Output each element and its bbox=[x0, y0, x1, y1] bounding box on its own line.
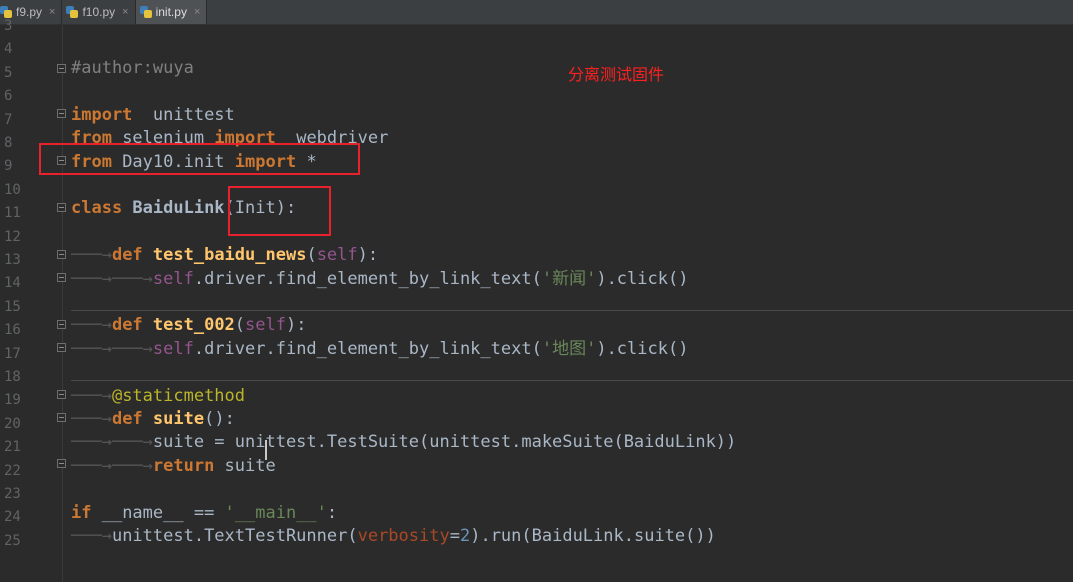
fold-toggle-icon[interactable] bbox=[57, 109, 66, 118]
line-number: 12 bbox=[4, 228, 21, 245]
fold-toggle-icon[interactable] bbox=[57, 343, 66, 352]
fold-toggle-icon[interactable] bbox=[57, 250, 66, 259]
highlight-box-import bbox=[39, 143, 360, 175]
line-number: 22 bbox=[4, 462, 21, 479]
code-line-4: #author:wuya bbox=[71, 58, 194, 78]
code-line-20: ───→───→suite = unittest.TestSuite(unitt… bbox=[71, 432, 737, 453]
tab-f10[interactable]: f10.py × bbox=[62, 0, 136, 24]
code-line-24: ───→unittest.TextTestRunner(verbosity=2)… bbox=[71, 526, 716, 546]
fold-toggle-icon[interactable] bbox=[57, 413, 66, 422]
line-number: 16 bbox=[4, 322, 21, 339]
fold-toggle-icon[interactable] bbox=[57, 459, 66, 468]
fold-toggle-icon[interactable] bbox=[57, 390, 66, 399]
code-line-15: ───→def test_002(self): bbox=[71, 315, 307, 336]
text-cursor bbox=[265, 440, 267, 460]
code-line-13: ───→───→self.driver.find_element_by_link… bbox=[71, 268, 689, 289]
editor-tab-bar: f9.py × f10.py × init.py × bbox=[0, 0, 1073, 25]
line-number: 8 bbox=[4, 135, 13, 151]
code-line-18: ───→@staticmethod bbox=[71, 385, 246, 406]
line-number: 24 bbox=[4, 509, 21, 526]
tab-label: init.py bbox=[155, 5, 187, 19]
annotation-text: 分离测试固件 bbox=[568, 65, 665, 84]
fold-toggle-icon[interactable] bbox=[57, 320, 66, 329]
code-line-12: ───→def test_baidu_news(self): bbox=[71, 245, 379, 266]
line-number: 6 bbox=[4, 88, 13, 105]
line-number: 17 bbox=[4, 345, 21, 362]
line-number: 4 bbox=[4, 41, 13, 58]
python-file-icon bbox=[66, 6, 79, 18]
code-line-21: ───→───→return suite bbox=[71, 455, 276, 476]
line-number: 25 bbox=[4, 532, 21, 549]
code-line-19: ───→def suite(): bbox=[71, 409, 235, 429]
line-number: 21 bbox=[4, 439, 21, 456]
line-number: 13 bbox=[4, 252, 21, 268]
line-number-gutter: 3 4 5 6 7 8 9 10 11 12 13 14 15 16 17 18 19 20 21 22 23 24 25 bbox=[0, 18, 62, 582]
close-icon[interactable]: × bbox=[49, 6, 55, 18]
code-line-16: ───→───→self.driver.find_element_by_link… bbox=[71, 338, 689, 359]
line-number: 10 bbox=[4, 181, 21, 198]
line-number: 3 bbox=[4, 18, 13, 34]
line-number: 19 bbox=[4, 392, 21, 409]
tab-init[interactable]: init.py × bbox=[135, 0, 208, 24]
line-number: 9 bbox=[4, 158, 13, 175]
highlight-box-base-class bbox=[228, 186, 331, 236]
code-editor[interactable]: #author:wuya import unittest from seleni… bbox=[71, 25, 1073, 582]
fold-toggle-icon[interactable] bbox=[57, 203, 66, 212]
line-number: 23 bbox=[4, 486, 21, 502]
fold-toggle-icon[interactable] bbox=[57, 64, 66, 73]
line-number: 7 bbox=[4, 111, 13, 128]
line-number: 5 bbox=[4, 64, 13, 81]
line-number: 11 bbox=[4, 205, 21, 222]
close-icon[interactable]: × bbox=[122, 6, 128, 18]
tab-label: f10.py bbox=[82, 5, 116, 19]
line-number: 15 bbox=[4, 298, 21, 315]
close-icon[interactable]: × bbox=[194, 6, 200, 18]
line-number: 14 bbox=[4, 275, 21, 292]
fold-toggle-icon[interactable] bbox=[57, 273, 66, 282]
line-number: 20 bbox=[4, 415, 21, 432]
code-line-23: if __name__ == '__main__': bbox=[71, 502, 338, 523]
code-line-6: import unittest bbox=[71, 104, 235, 125]
line-number: 18 bbox=[4, 369, 21, 385]
python-file-icon bbox=[139, 6, 152, 18]
